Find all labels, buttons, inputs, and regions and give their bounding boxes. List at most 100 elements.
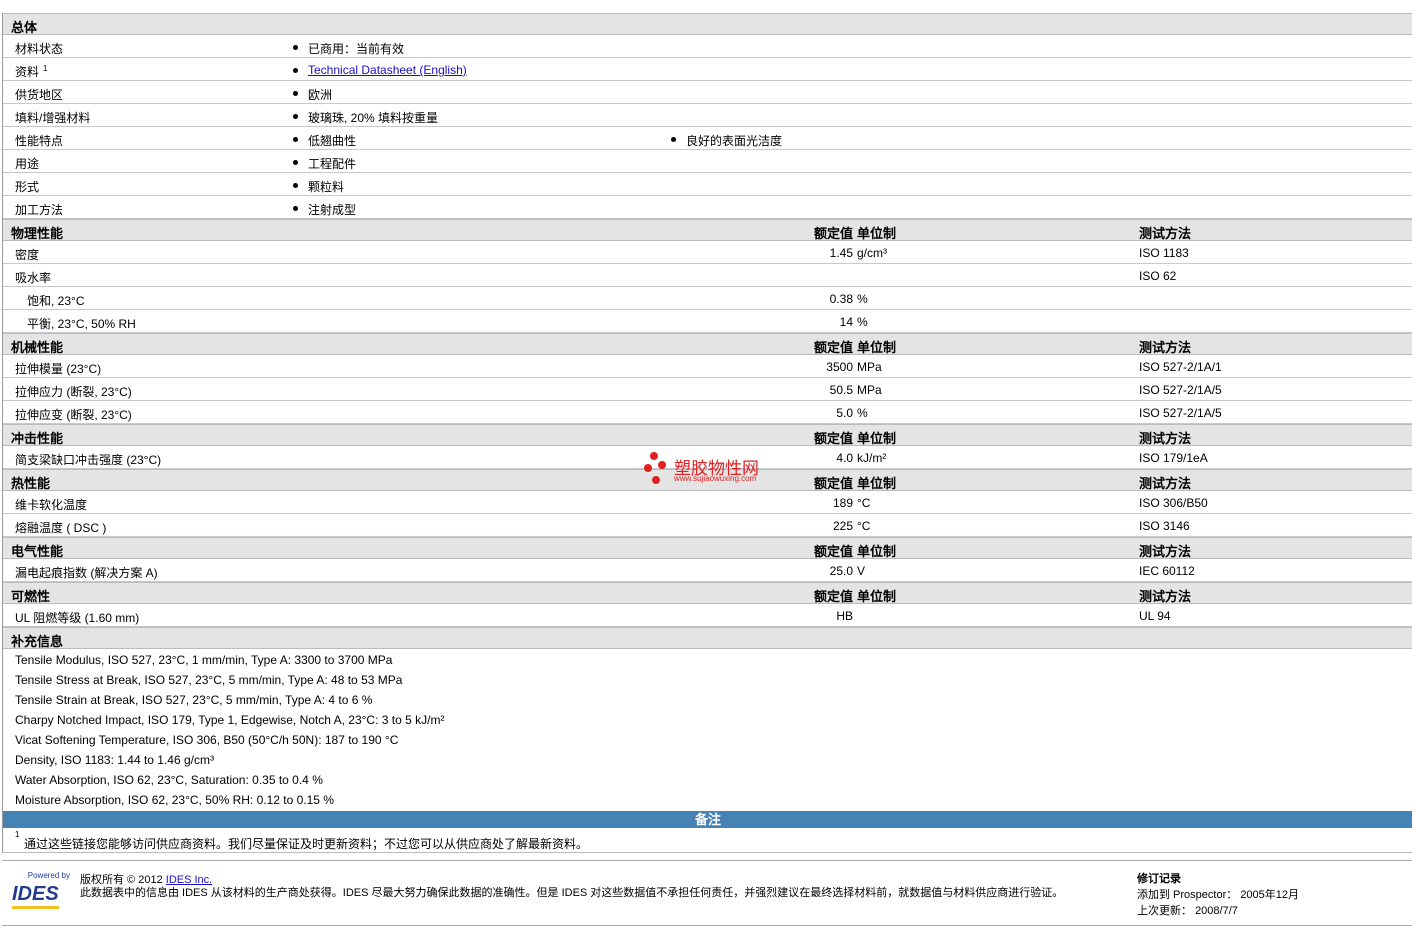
general-row: 资料 1 Technical Datasheet (English) [3,58,1412,81]
property-row: 拉伸模量 (23°C) 3500 MPa ISO 527-2/1A/1 [3,355,1412,378]
row-value: 注射成型 [308,203,357,217]
label-text: 供货地区 [15,88,64,102]
note-row: 1 通过这些链接您能够访问供应商资料。我们尽量保证及时更新资料；不过您可以从供应商… [3,828,1412,853]
supplementary-line: Tensile Modulus, ISO 527, 23°C, 1 mm/min… [3,649,1412,669]
property-unit: MPa [857,383,882,397]
property-value: 0.38 [829,292,853,306]
test-method: ISO 527-2/1A/1 [1139,360,1222,374]
label-text: 材料状态 [15,42,64,56]
supplementary-text: Tensile Stress at Break, ISO 527, 23°C, … [15,673,403,687]
section-title: 机械性能 [11,340,64,355]
property-unit: °C [857,496,871,510]
supplementary-text: Water Absorption, ISO 62, 23°C, Saturati… [15,773,323,787]
test-method: UL 94 [1139,609,1171,623]
row-value: 工程配件 [308,157,357,171]
test-method: ISO 3146 [1139,519,1190,533]
row-value: 欧洲 [308,88,333,102]
row-label: 资料 1 [15,63,47,80]
test-method: IEC 60112 [1139,564,1195,578]
property-name: 吸水率 [15,271,52,285]
test-method: ISO 1183 [1139,246,1189,260]
unit-header: 单位制 [857,431,897,446]
property-name: 密度 [15,248,40,262]
property-name: UL 阻燃等级 (1.60 mm) [15,611,140,625]
method-header: 测试方法 [1139,431,1192,446]
watermark-logo: 塑胶物性网 www.sujiaowuxing.com [644,452,759,487]
property-value: 189 [832,496,853,510]
row-label: 材料状态 [15,40,63,57]
supplementary-line: Charpy Notched Impact, ISO 179, Type 1, … [3,709,1412,729]
section-header: 可燃性 额定值 单位制 测试方法 [3,582,1412,604]
row-label: 加工方法 [15,201,63,218]
property-row: 维卡软化温度 189 °C ISO 306/B50 [3,491,1412,514]
supplementary-line: Water Absorption, ISO 62, 23°C, Saturati… [3,769,1412,789]
general-row: 供货地区 欧洲 [3,81,1412,104]
copyright: 版权所有 © 2012 IDES Inc. [80,874,213,886]
supplementary-line: Tensile Strain at Break, ISO 527, 23°C, … [3,689,1412,709]
method-header: 测试方法 [1139,340,1192,355]
property-row: 拉伸应变 (断裂, 23°C) 5.0% ISO 527-2/1A/5 [3,401,1412,424]
value-header: 额定值 [813,226,853,241]
label-text: 用途 [15,157,40,171]
property-name: 拉伸模量 (23°C) [15,362,102,376]
unit-header: 单位制 [857,544,897,559]
supplementary-text: Density, ISO 1183: 1.44 to 1.46 g/cm³ [15,753,214,767]
section-title: 热性能 [11,476,51,491]
notes-header: 备注 [3,811,1412,828]
test-method: ISO 179/1eA [1139,451,1208,465]
property-name: 简支梁缺口冲击强度 (23°C) [15,453,162,467]
footnote-marker: 1 [43,64,48,73]
property-name: 拉伸应力 (断裂, 23°C) [15,385,132,399]
bullet-icon [293,45,298,50]
added-date: 添加到 Prospector： 2005年12月 [1137,889,1300,901]
datasheet-link[interactable]: Technical Datasheet (English) [308,63,467,77]
bullet-icon [293,91,298,96]
section-title: 补充信息 [11,634,64,649]
general-row: 用途 工程配件 [3,150,1412,173]
supplementary-line: Tensile Stress at Break, ISO 527, 23°C, … [3,669,1412,689]
method-header: 测试方法 [1139,589,1192,604]
property-value: 14 [839,315,853,329]
test-method: ISO 527-2/1A/5 [1139,406,1222,420]
general-row: 形式 颗粒料 [3,173,1412,196]
test-method: ISO 306/B50 [1139,496,1208,510]
property-value: 1.45 [829,246,853,260]
updated-date: 上次更新： 2008/7/7 [1137,905,1238,917]
section-title: 总体 [11,20,38,35]
property-name: 拉伸应变 (断裂, 23°C) [15,408,132,422]
property-value: 50.5 [829,383,853,397]
supplementary-text: Vicat Softening Temperature, ISO 306, B5… [15,733,399,747]
row-value: 颗粒料 [308,180,345,194]
property-row: 熔融温度 ( DSC ) 225 °C ISO 3146 [3,514,1412,537]
general-row: 填料/增强材料 玻璃珠, 20% 填料按重量 [3,104,1412,127]
section-title: 物理性能 [11,226,64,241]
unit-header: 单位制 [857,476,897,491]
bullet-icon [293,206,298,211]
row-label: 供货地区 [15,86,63,103]
property-unit: MPa [857,360,882,374]
ides-link[interactable]: IDES Inc. [166,874,212,886]
property-name: 熔融温度 ( DSC ) [15,521,107,535]
property-value: 5.0 [836,406,853,420]
bullet-icon [671,137,676,142]
section-header-general: 总体 [3,13,1412,35]
general-row: 性能特点 低翘曲性 良好的表面光洁度 [3,127,1412,150]
watermark-url: www.sujiaowuxing.com [674,474,757,483]
section-title: 电气性能 [11,544,64,559]
section-header: 电气性能 额定值 单位制 测试方法 [3,537,1412,559]
property-value: 25.0 [829,564,853,578]
section-header: 冲击性能 额定值 单位制 测试方法 [3,424,1412,446]
row-value: 良好的表面光洁度 [686,134,783,148]
row-label: 形式 [15,178,39,195]
bullet-icon [293,137,298,142]
general-row: 材料状态 已商用：当前有效 [3,35,1412,58]
footer: Powered by IDES 版权所有 © 2012 IDES Inc. 此数… [2,860,1412,926]
row-label: 性能特点 [15,132,63,149]
general-row: 加工方法 注射成型 [3,196,1412,219]
label-text: 性能特点 [15,134,64,148]
row-label: 用途 [15,155,39,172]
disclaimer: 此数据表中的信息由 IDES 从该材料的生产商处获得。IDES 尽最大努力确保此… [80,887,1064,899]
bullet-icon [293,114,298,119]
supplementary-text: Moisture Absorption, ISO 62, 23°C, 50% R… [15,793,334,807]
property-value: HB [836,609,853,623]
